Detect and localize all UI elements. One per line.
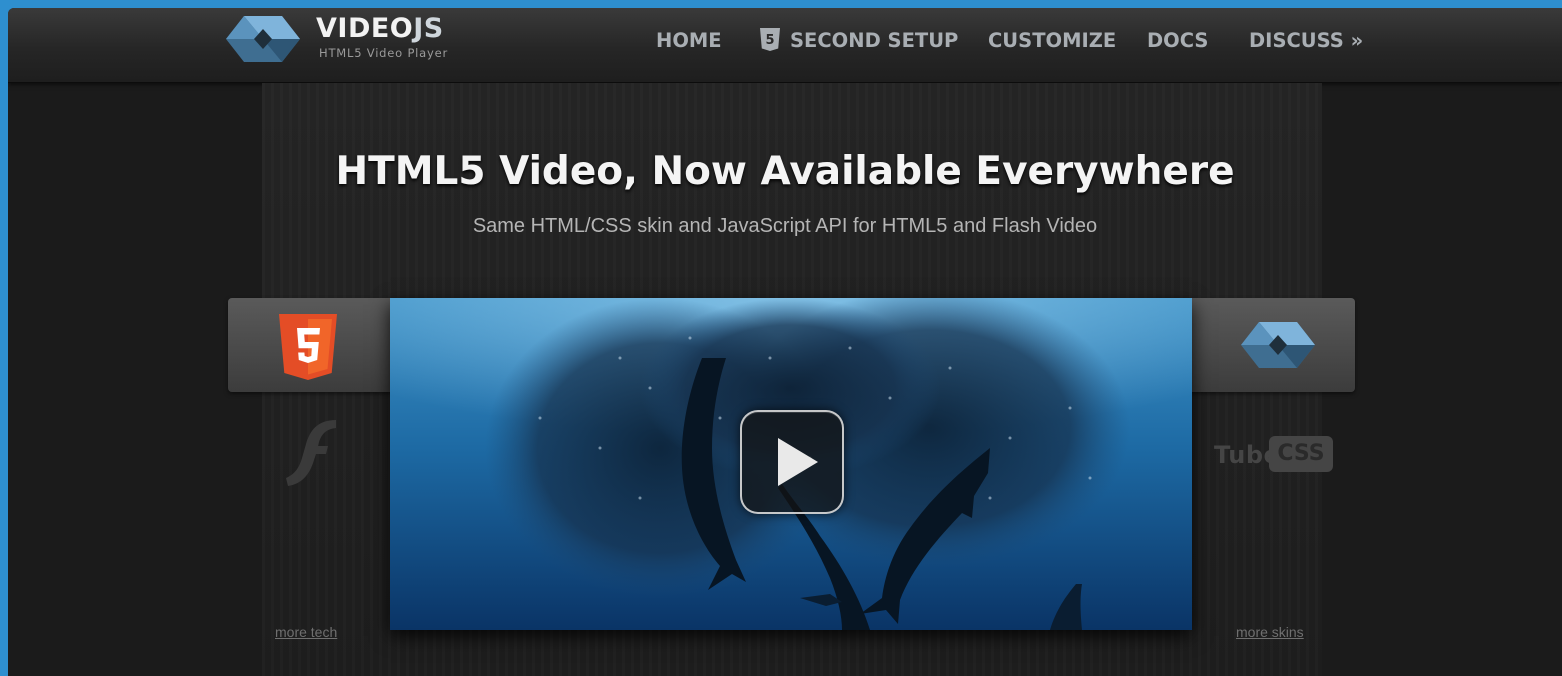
more-skins-link[interactable]: more skins bbox=[1236, 624, 1304, 640]
top-navigation-bar: VIDEOJS HTML5 Video Player HOME 5 SECOND… bbox=[8, 8, 1562, 83]
brand-title[interactable]: VIDEOJS bbox=[316, 12, 444, 46]
nav-second-setup[interactable]: SECOND SETUP bbox=[790, 28, 958, 54]
videojs-logo-icon[interactable] bbox=[1241, 322, 1315, 368]
nav-customize[interactable]: CUSTOMIZE bbox=[988, 28, 1116, 54]
html5-logo-icon[interactable] bbox=[279, 314, 337, 380]
css-badge: CSS bbox=[1269, 436, 1333, 472]
more-tech-link[interactable]: more tech bbox=[275, 624, 337, 640]
html5-shield-icon: 5 bbox=[760, 28, 780, 51]
hero-title: HTML5 Video, Now Available Everywhere bbox=[335, 149, 1235, 194]
play-button[interactable] bbox=[740, 410, 844, 514]
play-icon bbox=[778, 438, 818, 486]
page-frame: VIDEOJS HTML5 Video Player HOME 5 SECOND… bbox=[8, 8, 1562, 676]
brand-title-light: JS bbox=[413, 13, 444, 44]
brand-tagline: HTML5 Video Player bbox=[319, 46, 449, 60]
video-player[interactable] bbox=[390, 298, 1192, 630]
svg-text:5: 5 bbox=[765, 33, 774, 48]
videojs-logo-icon[interactable] bbox=[226, 16, 300, 62]
nav-discuss[interactable]: DISCUSS » bbox=[1249, 28, 1363, 54]
nav-home[interactable]: HOME bbox=[656, 28, 722, 54]
hero-subtitle: Same HTML/CSS skin and JavaScript API fo… bbox=[472, 215, 1098, 237]
brand-title-bold: VIDEO bbox=[316, 13, 414, 44]
flash-logo-icon[interactable] bbox=[280, 418, 340, 488]
nav-docs[interactable]: DOCS bbox=[1147, 28, 1208, 54]
